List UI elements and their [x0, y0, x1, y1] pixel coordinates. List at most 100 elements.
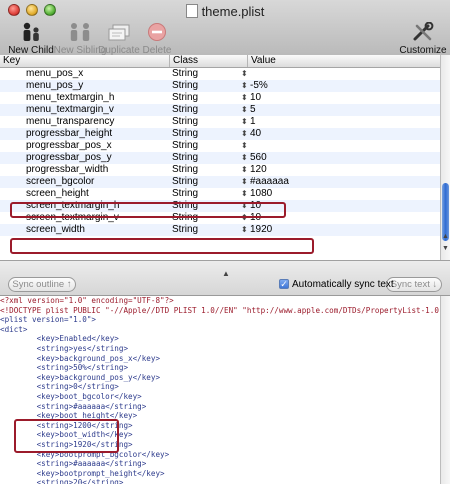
- xml-line: <string>0</string>: [0, 382, 119, 392]
- row-value[interactable]: #aaaaaa: [250, 176, 289, 188]
- class-popup-arrow-icon[interactable]: ⬍: [241, 140, 248, 152]
- table-row[interactable]: screen_width String ⬍ 1920: [0, 224, 440, 236]
- row-key: menu_textmargin_v: [26, 104, 114, 115]
- window-title-text: theme.plist: [201, 4, 265, 19]
- row-value[interactable]: 1080: [250, 188, 272, 200]
- xml-line: <key>boot_bgcolor</key>: [0, 391, 142, 401]
- column-header-key[interactable]: Key: [0, 55, 170, 67]
- table-row[interactable]: screen_height String ⬍ 1080: [0, 188, 440, 200]
- xml-line: <string>yes</string>: [0, 343, 129, 353]
- row-value[interactable]: 560: [250, 152, 267, 164]
- class-popup-arrow-icon[interactable]: ⬍: [241, 116, 248, 128]
- xml-line: <?xml version="1.0" encoding="UTF-8"?>: [0, 296, 174, 305]
- sync-outline-button[interactable]: Sync outline ↑: [8, 277, 76, 292]
- class-popup-arrow-icon[interactable]: ⬍: [241, 104, 248, 116]
- row-class[interactable]: String: [172, 176, 198, 188]
- xml-line: <!DOCTYPE plist PUBLIC "-//Apple//DTD PL…: [0, 305, 440, 315]
- row-class[interactable]: String: [172, 92, 198, 104]
- row-value[interactable]: 1920: [250, 224, 272, 236]
- delete-button[interactable]: Delete: [126, 22, 188, 56]
- row-key: menu_textmargin_h: [26, 92, 115, 103]
- table-row[interactable]: menu_pos_y String ⬍ -5%: [0, 80, 440, 92]
- highlight-boot-width: [14, 419, 119, 453]
- class-popup-arrow-icon[interactable]: ⬍: [241, 176, 248, 188]
- row-class[interactable]: String: [172, 80, 198, 92]
- highlight-screen-height: [10, 202, 286, 218]
- class-popup-arrow-icon[interactable]: ⬍: [241, 92, 248, 104]
- row-class[interactable]: String: [172, 224, 198, 236]
- column-header-class[interactable]: Class: [170, 55, 248, 67]
- row-class[interactable]: String: [172, 68, 198, 80]
- class-popup-arrow-icon[interactable]: ⬍: [241, 224, 248, 236]
- xml-line: <key>background_pos_x</key>: [0, 353, 161, 363]
- xml-line: <key>Enabled</key>: [0, 334, 119, 344]
- row-key: progressbar_height: [26, 128, 113, 139]
- table-row[interactable]: progressbar_width String ⬍ 120: [0, 164, 440, 176]
- row-key: menu_pos_x: [26, 68, 84, 79]
- sync-text-button[interactable]: Sync text ↓: [386, 277, 442, 292]
- plist-editor-window: theme.plist New Child New Sibling Duplic…: [0, 0, 450, 484]
- table-row[interactable]: progressbar_pos_x String ⬍: [0, 140, 440, 152]
- row-key: progressbar_pos_y: [26, 152, 112, 163]
- row-value[interactable]: 120: [250, 164, 267, 176]
- scroll-up-arrow[interactable]: ▲: [442, 233, 449, 240]
- row-value[interactable]: 10: [250, 92, 261, 104]
- row-key: screen_bgcolor: [26, 176, 95, 187]
- delete-icon: [126, 22, 188, 42]
- row-value[interactable]: -5%: [250, 80, 268, 92]
- xml-line: <string>#aaaaaa</string>: [0, 459, 147, 469]
- window-titlebar: theme.plist New Child New Sibling Duplic…: [0, 0, 450, 63]
- auto-sync-checkbox[interactable]: ✓: [279, 279, 289, 289]
- xml-text-view[interactable]: <?xml version="1.0" encoding="UTF-8"?> <!…: [0, 296, 440, 484]
- row-value[interactable]: 1: [250, 116, 256, 128]
- xml-scrollbar[interactable]: [440, 296, 450, 484]
- window-title: theme.plist: [0, 4, 450, 19]
- plist-outline-table: Key Class Value menu_pos_x String ⬍ menu_po…: [0, 55, 450, 261]
- xml-line: <dict>: [0, 324, 28, 334]
- table-row[interactable]: menu_textmargin_v String ⬍ 5: [0, 104, 440, 116]
- row-class[interactable]: String: [172, 140, 198, 152]
- table-row[interactable]: progressbar_pos_y String ⬍ 560: [0, 152, 440, 164]
- xml-line: <string>50%</string>: [0, 363, 129, 373]
- row-key: progressbar_width: [26, 164, 109, 175]
- document-icon: [185, 4, 198, 18]
- class-popup-arrow-icon[interactable]: ⬍: [241, 128, 248, 140]
- class-popup-arrow-icon[interactable]: ⬍: [241, 188, 248, 200]
- table-rows: menu_pos_x String ⬍ menu_pos_y String ⬍ -5% men…: [0, 68, 440, 260]
- row-class[interactable]: String: [172, 164, 198, 176]
- class-popup-arrow-icon[interactable]: ⬍: [241, 164, 248, 176]
- scroll-down-arrow[interactable]: ▼: [442, 245, 449, 252]
- table-scrollbar[interactable]: ▲ ▼: [440, 55, 450, 260]
- class-popup-arrow-icon[interactable]: ⬍: [241, 68, 248, 80]
- customize-button[interactable]: Customize: [392, 22, 450, 56]
- row-value[interactable]: 5: [250, 104, 256, 116]
- table-row[interactable]: progressbar_height String ⬍ 40: [0, 128, 440, 140]
- highlight-screen-width: [10, 238, 314, 254]
- row-value[interactable]: 40: [250, 128, 261, 140]
- row-class[interactable]: String: [172, 152, 198, 164]
- table-row[interactable]: menu_textmargin_h String ⬍ 10: [0, 92, 440, 104]
- row-key: screen_width: [26, 224, 85, 235]
- xml-line: <plist version="1.0">: [0, 315, 97, 325]
- row-class[interactable]: String: [172, 116, 198, 128]
- xml-line: <string>#aaaaaa</string>: [0, 401, 147, 411]
- xml-line: <key>background_pos_y</key>: [0, 372, 161, 382]
- row-class[interactable]: String: [172, 104, 198, 116]
- xml-line: <key>bootprompt_height</key>: [0, 468, 165, 478]
- column-header-value[interactable]: Value: [248, 55, 440, 67]
- xml-line: <string>20</string>: [0, 478, 124, 484]
- auto-sync-label: Automatically sync text: [292, 279, 394, 290]
- row-class[interactable]: String: [172, 128, 198, 140]
- row-key: screen_height: [26, 188, 89, 199]
- row-key: menu_transparency: [26, 116, 115, 127]
- splitter-grip-icon[interactable]: ▲: [222, 269, 230, 278]
- row-key: progressbar_pos_x: [26, 140, 112, 151]
- tools-icon: [392, 22, 450, 42]
- row-class[interactable]: String: [172, 188, 198, 200]
- class-popup-arrow-icon[interactable]: ⬍: [241, 152, 248, 164]
- table-row[interactable]: menu_transparency String ⬍ 1: [0, 116, 440, 128]
- class-popup-arrow-icon[interactable]: ⬍: [241, 80, 248, 92]
- table-row[interactable]: menu_pos_x String ⬍: [0, 68, 440, 80]
- table-row[interactable]: screen_bgcolor String ⬍ #aaaaaa: [0, 176, 440, 188]
- table-header: Key Class Value: [0, 55, 440, 68]
